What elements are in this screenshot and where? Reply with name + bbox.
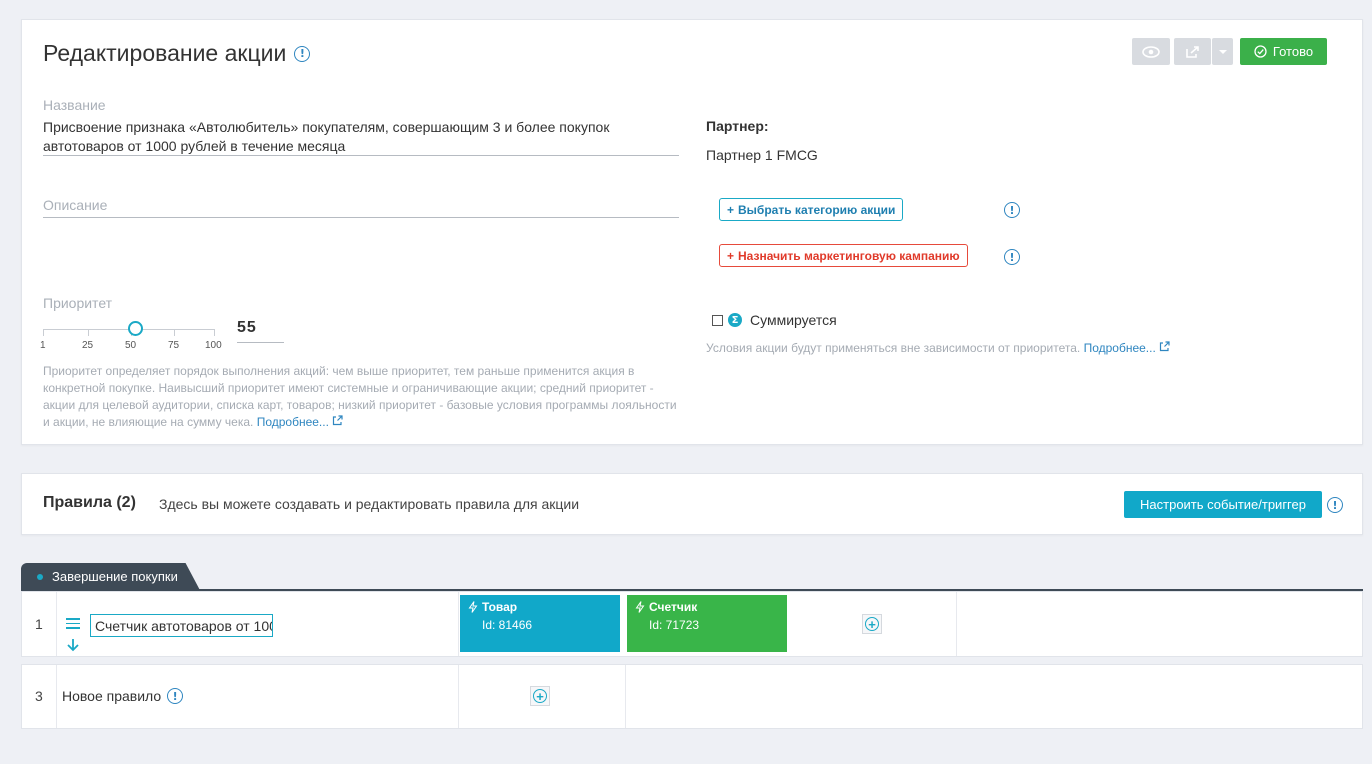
rule-row: 1 Счетчик автотоваров от 1000 Товар Id: … [21, 591, 1363, 657]
new-rule-label: Новое правило [62, 688, 162, 704]
info-icon[interactable]: ! [1004, 202, 1020, 218]
bolt-icon [468, 601, 478, 613]
plus-icon: + [727, 202, 735, 217]
block-id: Id: 71723 [649, 618, 700, 632]
slider-tick-label: 50 [125, 340, 137, 351]
new-rule[interactable]: Новое правило ! [62, 688, 184, 704]
priority-input[interactable]: 55 [237, 319, 284, 343]
condition-block-counter[interactable]: Счетчик Id: 71723 [627, 595, 787, 652]
select-category-button[interactable]: + Выбрать категорию акции [719, 198, 904, 221]
drag-handle-icon[interactable] [66, 618, 80, 629]
add-block-button[interactable]: + [530, 686, 550, 706]
assign-campaign-button[interactable]: + Назначить маркетинговую кампанию [719, 244, 968, 267]
preview-button[interactable] [1132, 38, 1170, 65]
bolt-icon [635, 601, 645, 613]
partner-label: Партнер: [706, 118, 769, 134]
divider [56, 592, 57, 656]
rules-card: Правила (2) Здесь вы можете создавать и … [21, 473, 1363, 535]
name-field[interactable]: Присвоение признака «Автолюбитель» покуп… [43, 118, 679, 156]
export-button[interactable] [1174, 38, 1211, 65]
info-icon[interactable]: ! [1327, 497, 1343, 513]
plus-circle-icon: + [533, 689, 547, 703]
condition-block-product[interactable]: Товар Id: 81466 [460, 595, 620, 652]
name-label: Название [43, 97, 106, 113]
slider-handle[interactable] [128, 321, 144, 336]
divider [625, 665, 626, 728]
arrow-down-icon[interactable] [66, 638, 80, 652]
divider [956, 592, 957, 656]
rule-number: 3 [35, 688, 43, 704]
info-icon[interactable]: ! [167, 688, 184, 704]
add-block-button[interactable]: + [862, 614, 882, 634]
divider [458, 665, 459, 728]
check-circle-icon [1254, 45, 1267, 58]
sum-option: Σ Суммируется [712, 312, 837, 328]
promo-edit-card: Редактирование акции ! Готово Название П… [21, 19, 1363, 445]
more-link[interactable]: Подробнее... [1084, 341, 1156, 355]
priority-label: Приоритет [43, 295, 113, 311]
more-link[interactable]: Подробнее... [257, 415, 329, 429]
sum-checkbox[interactable] [712, 314, 723, 326]
divider [56, 665, 57, 728]
slider-tick [174, 329, 175, 336]
partner-value: Партнер 1 FMCG [706, 147, 818, 163]
rule-name-input[interactable]: Счетчик автотоваров от 1000 [90, 614, 273, 637]
done-button[interactable]: Готово [1240, 38, 1327, 65]
info-icon[interactable]: ! [1004, 249, 1020, 265]
block-id: Id: 81466 [482, 618, 533, 632]
external-link-icon [1160, 341, 1170, 352]
rules-title: Правила (2) [43, 494, 136, 511]
priority-help: Приоритет определяет порядок выполнения … [43, 364, 677, 429]
external-link-icon [333, 415, 343, 426]
share-icon [1186, 46, 1199, 58]
slider-tick-label: 1 [40, 340, 46, 351]
info-icon[interactable]: ! [294, 45, 311, 62]
tab-indicator [37, 573, 43, 580]
description-field[interactable]: Описание [43, 197, 679, 218]
plus-icon: + [727, 248, 735, 263]
plus-circle-icon: + [865, 617, 879, 631]
export-dropdown-button[interactable] [1212, 38, 1233, 65]
divider [458, 592, 459, 656]
rule-row: 3 Новое правило ! + [21, 664, 1363, 729]
rule-number: 1 [35, 616, 43, 632]
slider-tick [214, 329, 215, 336]
slider-tick [43, 329, 44, 336]
slider-tick-label: 25 [82, 340, 94, 351]
sum-label: Суммируется [750, 312, 837, 328]
slider-tick [88, 329, 89, 336]
tab-purchase-complete[interactable]: Завершение покупки [21, 563, 200, 590]
sigma-icon: Σ [728, 313, 742, 327]
slider-tick-label: 100 [205, 340, 222, 351]
caret-down-icon [1218, 49, 1227, 54]
trigger-button[interactable]: Настроить событие/триггер [1124, 491, 1322, 518]
eye-icon [1142, 45, 1160, 58]
sum-help: Условия акции будут применяться вне зави… [706, 340, 1170, 357]
page-title: Редактирование акции ! [43, 40, 311, 67]
slider-tick-label: 75 [168, 340, 180, 351]
rules-description: Здесь вы можете создавать и редактироват… [159, 496, 580, 512]
